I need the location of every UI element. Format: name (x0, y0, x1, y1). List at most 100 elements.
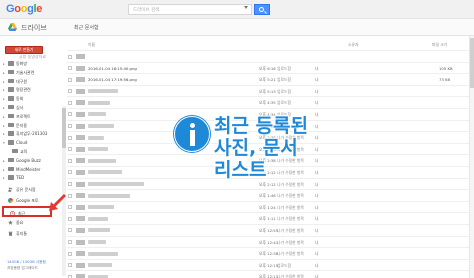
search-input[interactable]: 드라이브 검색 (128, 4, 252, 15)
tree-item[interactable]: ▸ 기술사관련 (3, 69, 65, 78)
row-checkbox[interactable] (68, 112, 72, 117)
row-checkbox[interactable] (68, 135, 72, 140)
file-name-redacted (88, 182, 144, 187)
row-checkbox[interactable] (68, 89, 72, 94)
table-row[interactable]: 오후 5:13 업로드함 나 (67, 84, 469, 97)
main-scrollbar[interactable] (469, 36, 474, 278)
table-row[interactable]: 오후 1:24 나가 수정한 항목 나 (67, 200, 469, 213)
table-row[interactable]: 2016-01-04 17:19:56.png 오후 5:21 업로드함 나 73 KB (67, 73, 469, 85)
modified-action: 업로드함 (277, 65, 291, 71)
file-name-redacted (88, 228, 110, 233)
sidebar-scrollbar[interactable] (62, 106, 66, 276)
file-thumbnail-icon (76, 227, 85, 233)
tree-item[interactable]: ▸ 휴지없무-201303 (3, 130, 65, 139)
row-checkbox[interactable] (68, 216, 72, 221)
tree-item[interactable]: ▸ 문지용 (3, 122, 65, 131)
row-checkbox[interactable] (68, 170, 72, 175)
file-owner: 나 (315, 169, 319, 175)
file-name[interactable]: 2016-01-04 18:15:40.png (88, 66, 137, 71)
main-scroll-thumb[interactable] (470, 38, 474, 88)
tree-item[interactable]: 교육 (3, 148, 65, 157)
tree-item[interactable]: ▾ Cloud (3, 139, 65, 148)
file-owner: 나 (315, 204, 319, 210)
trash-icon (8, 231, 13, 236)
search-icon (259, 7, 264, 12)
file-thumbnail-icon (76, 135, 85, 141)
row-checkbox[interactable] (68, 66, 72, 71)
row-checkbox[interactable] (68, 54, 72, 59)
row-checkbox[interactable] (68, 263, 72, 268)
google-logo[interactable]: Google (6, 3, 42, 15)
modified-action: 나가 수정한 항목 (277, 193, 304, 199)
search-button[interactable] (254, 4, 270, 15)
tree-item[interactable]: ▸ 동화방 (3, 60, 65, 69)
nav-item[interactable]: 휴지통 (2, 228, 52, 239)
file-name-redacted (88, 205, 114, 210)
file-thumbnail-icon (76, 54, 85, 59)
folder-icon (8, 131, 14, 136)
column-size[interactable]: 파일 크기 (432, 42, 447, 48)
row-checkbox[interactable] (68, 228, 72, 233)
file-size: 73 KB (439, 77, 451, 83)
table-row[interactable]: 오후 12:38 나가 수정한 항목 나 (67, 247, 469, 259)
tree-item[interactable]: ▸ MindMeister (3, 166, 65, 175)
search-options-caret-icon[interactable] (244, 6, 248, 9)
tree-item[interactable]: ▸ 심사 (3, 104, 65, 113)
table-row[interactable]: 오후 12:55 나가 수정한 항목 나 (67, 223, 469, 236)
file-owner: 나 (315, 251, 319, 257)
table-row[interactable]: 오후 12:41 나가 수정한 항목 나 (67, 235, 469, 248)
tree-item[interactable]: ▸ Google Buzz (3, 157, 65, 166)
file-name-redacted (88, 193, 130, 198)
row-checkbox[interactable] (68, 147, 72, 152)
nav-item[interactable]: 중요 (2, 217, 52, 228)
file-thumbnail-icon (76, 158, 85, 164)
nav-item-label: 공유 문서함 (16, 187, 36, 192)
row-checkbox[interactable] (68, 240, 72, 244)
modified-action: 나가 수정한 항목 (277, 181, 304, 187)
table-row[interactable]: 2016-01-04 18:15:40.png 오후 6:16 업로드함 나 105 K… (67, 61, 469, 74)
row-checkbox[interactable] (68, 182, 72, 187)
tree-item[interactable]: ▸ 명장관련 (3, 86, 65, 95)
modified-time: 오후 1:46 (259, 193, 276, 199)
table-row[interactable]: 오후 1:46 나가 수정한 항목 나 (67, 189, 469, 201)
modified-action: 업로드함 (277, 262, 291, 268)
modified-action: 나가 수정한 항목 (277, 227, 304, 233)
nav-item[interactable]: Google 포토 (2, 195, 52, 206)
table-row[interactable]: 오후 12:11 나가 수정한 항목 나 (67, 270, 469, 278)
sidebar-scroll-thumb[interactable] (62, 108, 66, 148)
new-button[interactable]: 새로 만들기 (5, 46, 43, 54)
modified-time: 오후 6:16 (259, 65, 276, 71)
column-owner[interactable]: 소유자 (348, 42, 358, 48)
file-name-redacted (88, 135, 104, 140)
file-name[interactable]: 2016-01-04 17:19:56.png (88, 77, 137, 82)
table-row[interactable]: 오후 4:35 업로드함 나 (67, 96, 469, 108)
row-checkbox[interactable] (68, 124, 72, 129)
nav-item-label: 중요 (16, 220, 24, 225)
file-owner: 나 (315, 88, 319, 94)
tree-item-label: 휴지없무-201303 (16, 131, 48, 137)
tree-item[interactable]: ▸ 프로젝트 (3, 113, 65, 122)
modified-time: 오후 2:12 (259, 181, 276, 187)
modified-action: 나가 수정한 항목 (277, 251, 304, 257)
storage-upgrade-link[interactable]: 저장용량 업그레이드 (7, 266, 46, 272)
table-row[interactable]: 오후 1:11 나가 수정한 항목 나 (67, 212, 469, 224)
row-checkbox[interactable] (68, 77, 72, 82)
modified-time: 오후 4:35 (259, 100, 276, 106)
file-thumbnail-icon (76, 239, 85, 245)
table-row[interactable]: 오후 12:15 업로드함 나 (67, 258, 469, 271)
nav-item[interactable]: 최근 (2, 206, 52, 217)
nav-item[interactable]: 공유 문서함 (2, 184, 52, 195)
tree-item-label: 명장관련 (16, 87, 31, 93)
tree-item[interactable]: ▸ 대구원 (3, 78, 65, 87)
row-checkbox[interactable] (68, 251, 72, 256)
column-name[interactable]: 이름 (88, 42, 95, 48)
tree-item-label: 공방 동영상자료 (19, 55, 47, 59)
tree-item[interactable]: ▸ TED (3, 174, 65, 183)
tree-item[interactable]: ▸ 동회 (3, 95, 65, 104)
row-checkbox[interactable] (68, 205, 72, 210)
file-thumbnail-icon (76, 65, 85, 71)
row-checkbox[interactable] (68, 100, 72, 105)
row-checkbox[interactable] (68, 193, 72, 198)
table-row[interactable] (67, 50, 469, 62)
row-checkbox[interactable] (68, 158, 72, 163)
